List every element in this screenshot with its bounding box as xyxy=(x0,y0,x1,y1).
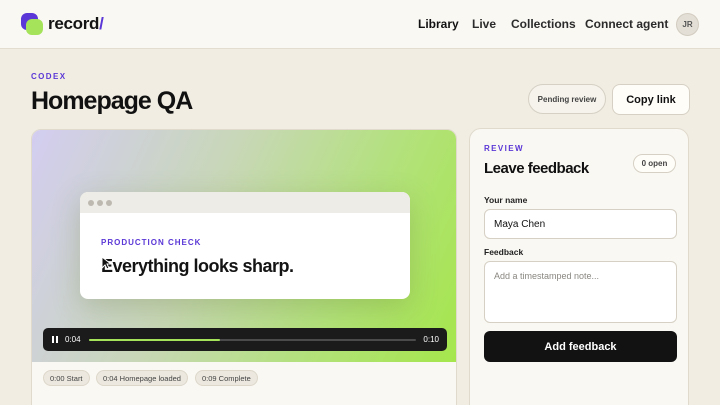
review-title: Leave feedback xyxy=(484,160,589,177)
feedback-textarea[interactable]: Add a timestamped note... xyxy=(484,261,677,323)
avatar[interactable]: JR xyxy=(676,13,699,36)
top-nav: record / Library Live Collections Connect… xyxy=(0,0,720,49)
video-player-card: PRODUCTION CHECK Everything looks sharp.… xyxy=(31,129,457,405)
nav-live[interactable]: Live xyxy=(472,17,496,31)
recorded-browser-window: PRODUCTION CHECK Everything looks sharp. xyxy=(80,192,410,299)
pause-icon[interactable] xyxy=(52,336,58,343)
logo-text: record xyxy=(48,14,100,33)
total-time: 0:10 xyxy=(423,335,439,344)
browser-titlebar xyxy=(80,192,410,213)
window-dot-icon xyxy=(88,200,94,206)
open-count-badge: 0 open xyxy=(633,154,676,173)
nav-collections[interactable]: Collections xyxy=(511,17,576,31)
browser-eyebrow: PRODUCTION CHECK xyxy=(101,238,202,247)
nav-connect-agent[interactable]: Connect agent xyxy=(585,17,668,31)
logo-slash: / xyxy=(99,14,104,33)
current-time: 0:04 xyxy=(65,335,81,344)
scrubber-progress xyxy=(89,339,220,341)
status-badge: Pending review xyxy=(528,84,606,114)
video-frame[interactable]: PRODUCTION CHECK Everything looks sharp.… xyxy=(32,130,456,362)
logo-icon xyxy=(21,13,43,35)
copy-link-button[interactable]: Copy link xyxy=(612,84,690,115)
playback-controls: 0:04 0:10 xyxy=(43,328,447,351)
feedback-label: Feedback xyxy=(484,247,524,257)
project-eyebrow: CODEX xyxy=(31,72,67,81)
window-dot-icon xyxy=(97,200,103,206)
browser-headline: Everything looks sharp. xyxy=(101,256,294,276)
review-panel: REVIEW Leave feedback 0 open Your name M… xyxy=(469,128,689,405)
name-label: Your name xyxy=(484,195,528,205)
name-input[interactable]: Maya Chen xyxy=(484,209,677,239)
nav-library[interactable]: Library xyxy=(418,17,459,31)
review-eyebrow: REVIEW xyxy=(484,144,524,153)
logo[interactable]: record / xyxy=(21,13,104,35)
page-title: Homepage QA xyxy=(31,87,193,115)
chapter-chip[interactable]: 0:09 Complete xyxy=(195,370,258,386)
scrubber[interactable] xyxy=(89,339,416,341)
add-feedback-button[interactable]: Add feedback xyxy=(484,331,677,362)
cursor-icon xyxy=(101,256,113,270)
window-dot-icon xyxy=(106,200,112,206)
chapter-chip[interactable]: 0:00 Start xyxy=(43,370,90,386)
chapter-chip[interactable]: 0:04 Homepage loaded xyxy=(96,370,188,386)
